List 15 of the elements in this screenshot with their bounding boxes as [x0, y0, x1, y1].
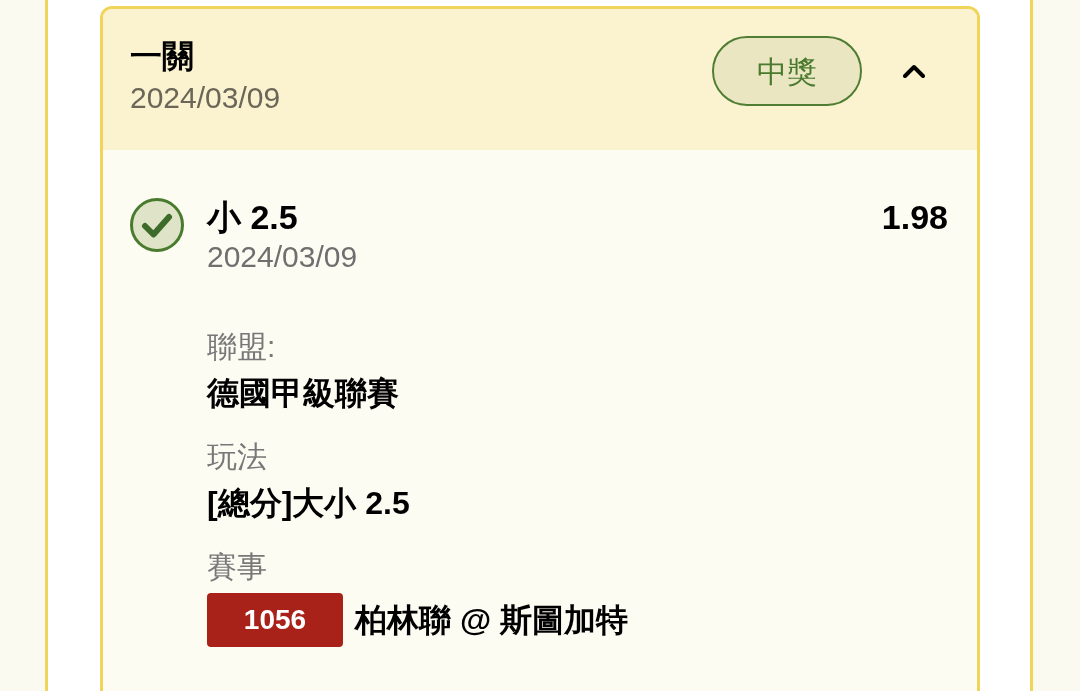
status-badge: 中獎	[712, 36, 862, 106]
selection-date: 2024/03/09	[207, 239, 359, 275]
detail-label: 賽事	[207, 549, 268, 585]
match-number: 1056	[207, 593, 343, 647]
odds-value: 1.98	[881, 197, 948, 238]
detail-value: [總分]大小 2.5	[207, 484, 411, 523]
selection-name: 小 2.5	[207, 197, 298, 238]
detail-label: 玩法	[207, 439, 268, 475]
card-title: 一關	[130, 37, 195, 76]
detail-value: 德國甲級聯賽	[207, 374, 400, 413]
collapse-button[interactable]	[903, 64, 925, 78]
chevron-up-icon	[903, 64, 925, 78]
detail-label: 聯盟:	[207, 329, 277, 365]
match-teams: 柏林聯 @ 斯圖加特	[355, 601, 628, 640]
card-date: 2024/03/09	[130, 80, 281, 116]
